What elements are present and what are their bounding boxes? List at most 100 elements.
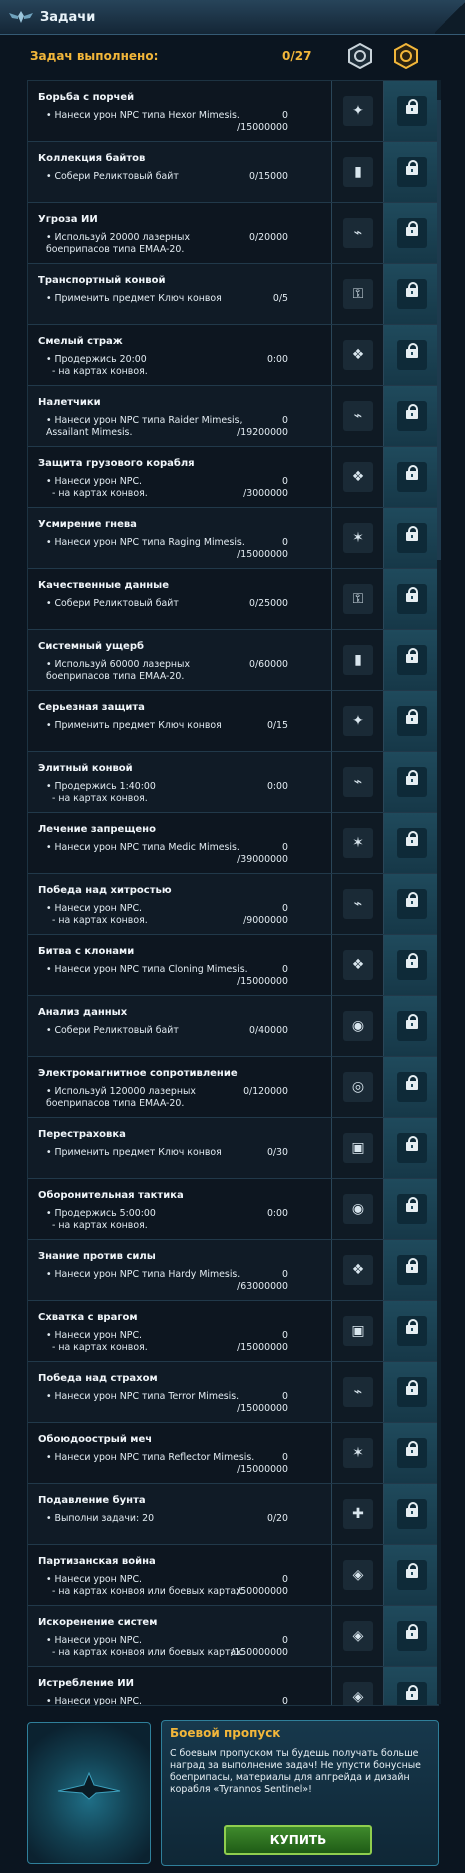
- locked-reward-icon[interactable]: [397, 1133, 427, 1163]
- task-reward-free-cell[interactable]: ◉: [331, 996, 384, 1056]
- task-reward-pass-cell[interactable]: [383, 203, 438, 263]
- reward-item-icon[interactable]: ▣: [343, 1316, 373, 1346]
- reward-item-icon[interactable]: ⚿: [343, 279, 373, 309]
- locked-reward-icon[interactable]: [397, 1377, 427, 1407]
- task-reward-pass-cell[interactable]: [383, 1057, 438, 1117]
- task-row[interactable]: Электромагнитное сопротивление • Использу…: [28, 1057, 438, 1118]
- reward-item-icon[interactable]: ◎: [343, 1072, 373, 1102]
- task-reward-free-cell[interactable]: ◉: [331, 1179, 384, 1239]
- task-reward-free-cell[interactable]: ✶: [331, 1423, 384, 1483]
- task-row[interactable]: Качественные данные • Собери Реликтовый б…: [28, 569, 438, 630]
- task-reward-free-cell[interactable]: ▣: [331, 1118, 384, 1178]
- locked-reward-icon[interactable]: [397, 889, 427, 919]
- locked-reward-icon[interactable]: [397, 645, 427, 675]
- locked-reward-icon[interactable]: [397, 96, 427, 126]
- task-reward-free-cell[interactable]: ⌁: [331, 874, 384, 934]
- task-reward-pass-cell[interactable]: [383, 1423, 438, 1483]
- task-reward-pass-cell[interactable]: [383, 1301, 438, 1361]
- task-reward-pass-cell[interactable]: [383, 508, 438, 568]
- locked-reward-icon[interactable]: [397, 279, 427, 309]
- reward-item-icon[interactable]: ✦: [343, 706, 373, 736]
- task-reward-free-cell[interactable]: ✦: [331, 81, 384, 141]
- reward-item-icon[interactable]: ✦: [343, 96, 373, 126]
- reward-item-icon[interactable]: ✚: [343, 1499, 373, 1529]
- task-row[interactable]: Победа над страхом • Нанеси урон NPC типа…: [28, 1362, 438, 1423]
- task-reward-free-cell[interactable]: ◈: [331, 1606, 384, 1666]
- scrollbar-thumb[interactable]: [437, 100, 441, 560]
- task-reward-pass-cell[interactable]: [383, 1484, 438, 1544]
- task-reward-free-cell[interactable]: ✚: [331, 1484, 384, 1544]
- reward-item-icon[interactable]: ✶: [343, 523, 373, 553]
- locked-reward-icon[interactable]: [397, 157, 427, 187]
- task-row[interactable]: Защита грузового корабля • Нанеси урон NP…: [28, 447, 438, 508]
- task-row[interactable]: Системный ущерб • Используй 60000 лазерны…: [28, 630, 438, 691]
- task-reward-pass-cell[interactable]: [383, 569, 438, 629]
- reward-item-icon[interactable]: ▮: [343, 157, 373, 187]
- buy-button[interactable]: КУПИТЬ: [224, 1825, 372, 1855]
- task-reward-free-cell[interactable]: ⚿: [331, 264, 384, 324]
- task-list-scrollbar[interactable]: [437, 80, 441, 1704]
- reward-item-icon[interactable]: ❖: [343, 1255, 373, 1285]
- task-row[interactable]: Победа над хитростью • Нанеси урон NPC. -…: [28, 874, 438, 935]
- task-reward-pass-cell[interactable]: [383, 1362, 438, 1422]
- task-row[interactable]: Истребление ИИ• Нанеси урон NPC. - на ка…: [28, 1667, 438, 1705]
- locked-reward-icon[interactable]: [397, 950, 427, 980]
- locked-reward-icon[interactable]: [397, 1560, 427, 1590]
- task-reward-free-cell[interactable]: ◈: [331, 1667, 384, 1705]
- reward-item-icon[interactable]: ⌁: [343, 401, 373, 431]
- task-list[interactable]: Борьба с порчей • Нанеси урон NPC типа He…: [27, 80, 439, 1706]
- task-row[interactable]: Лечение запрещено • Нанеси урон NPC типа …: [28, 813, 438, 874]
- task-reward-free-cell[interactable]: ◈: [331, 1545, 384, 1605]
- reward-item-icon[interactable]: ◈: [343, 1682, 373, 1705]
- reward-item-icon[interactable]: ⌁: [343, 218, 373, 248]
- locked-reward-icon[interactable]: [397, 1499, 427, 1529]
- task-row[interactable]: Оборонительная тактика • Продержись 5:00:…: [28, 1179, 438, 1240]
- locked-reward-icon[interactable]: [397, 828, 427, 858]
- reward-item-icon[interactable]: ⚿: [343, 584, 373, 614]
- reward-item-icon[interactable]: ◈: [343, 1560, 373, 1590]
- task-row[interactable]: Перестраховка • Применить предмет Ключ ко…: [28, 1118, 438, 1179]
- task-reward-free-cell[interactable]: ✶: [331, 813, 384, 873]
- task-row[interactable]: Усмирение гнева • Нанеси урон NPC типа Ra…: [28, 508, 438, 569]
- task-row[interactable]: Подавление бунта • Выполни задачи: 20 0/20…: [28, 1484, 438, 1545]
- locked-reward-icon[interactable]: [397, 1011, 427, 1041]
- task-reward-pass-cell[interactable]: [383, 1606, 438, 1666]
- task-reward-pass-cell[interactable]: [383, 386, 438, 446]
- task-row[interactable]: Искоренение систем • Нанеси урон NPC. - н…: [28, 1606, 438, 1667]
- task-reward-free-cell[interactable]: ▣: [331, 1301, 384, 1361]
- task-reward-free-cell[interactable]: ❖: [331, 1240, 384, 1300]
- locked-reward-icon[interactable]: [397, 1194, 427, 1224]
- locked-reward-icon[interactable]: [397, 1072, 427, 1102]
- locked-reward-icon[interactable]: [397, 462, 427, 492]
- reward-item-icon[interactable]: ◉: [343, 1194, 373, 1224]
- task-reward-pass-cell[interactable]: [383, 630, 438, 690]
- locked-reward-icon[interactable]: [397, 523, 427, 553]
- task-row[interactable]: Партизанская война • Нанеси урон NPC. - н…: [28, 1545, 438, 1606]
- task-reward-free-cell[interactable]: ✦: [331, 691, 384, 751]
- task-reward-pass-cell[interactable]: [383, 1667, 438, 1705]
- locked-reward-icon[interactable]: [397, 1438, 427, 1468]
- locked-reward-icon[interactable]: [397, 1316, 427, 1346]
- task-row[interactable]: Анализ данных • Собери Реликтовый байт 0/4…: [28, 996, 438, 1057]
- task-reward-pass-cell[interactable]: [383, 935, 438, 995]
- task-reward-free-cell[interactable]: ⌁: [331, 203, 384, 263]
- task-reward-free-cell[interactable]: ⌁: [331, 752, 384, 812]
- task-reward-pass-cell[interactable]: [383, 325, 438, 385]
- task-reward-free-cell[interactable]: ◎: [331, 1057, 384, 1117]
- locked-reward-icon[interactable]: [397, 1682, 427, 1705]
- locked-reward-icon[interactable]: [397, 340, 427, 370]
- task-row[interactable]: Налетчики • Нанеси урон NPC типа Raider M…: [28, 386, 438, 447]
- task-reward-free-cell[interactable]: ▮: [331, 630, 384, 690]
- reward-item-icon[interactable]: ❖: [343, 950, 373, 980]
- task-row[interactable]: Смелый страж • Продержись 20:00 - на карт…: [28, 325, 438, 386]
- task-row[interactable]: Борьба с порчей • Нанеси урон NPC типа He…: [28, 81, 438, 142]
- task-reward-pass-cell[interactable]: [383, 81, 438, 141]
- task-reward-free-cell[interactable]: ⌁: [331, 1362, 384, 1422]
- task-reward-pass-cell[interactable]: [383, 1118, 438, 1178]
- reward-item-icon[interactable]: ❖: [343, 462, 373, 492]
- task-reward-pass-cell[interactable]: [383, 142, 438, 202]
- reward-item-icon[interactable]: ▮: [343, 645, 373, 675]
- task-reward-pass-cell[interactable]: [383, 996, 438, 1056]
- task-row[interactable]: Угроза ИИ • Используй 20000 лазерных боеп…: [28, 203, 438, 264]
- task-reward-pass-cell[interactable]: [383, 1545, 438, 1605]
